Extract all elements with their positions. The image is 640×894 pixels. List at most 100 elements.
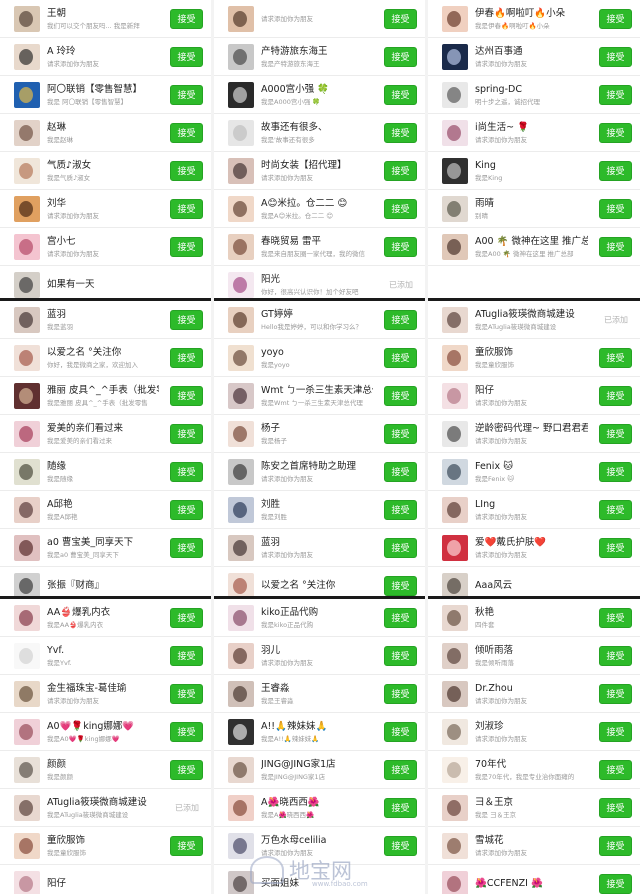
friend-request-row[interactable]: 金生福珠宝-葛佳瑜 请求添加你为朋友 接受 (0, 675, 211, 713)
friend-request-row[interactable]: kiko正品代购 我是kiko正品代购 接受 (214, 599, 425, 637)
friend-request-row[interactable]: 气质♪淑女 我是气质♪淑女 接受 (0, 152, 211, 190)
friend-request-row[interactable]: King 我是King 接受 (428, 152, 640, 190)
friend-request-row[interactable]: 达州百事通 请求添加你为朋友 接受 (428, 38, 640, 76)
friend-request-row[interactable]: 雅丽 皮具^_^手表（批发零售我是雅丽 皮具^_^手表（批发零售 接受 (0, 377, 211, 415)
friend-request-row[interactable]: LIng 请求添加你为朋友 接受 (428, 491, 640, 529)
accept-button[interactable]: 接受 (384, 385, 417, 406)
friend-request-row[interactable]: 刘华 请求添加你为朋友 接受 (0, 190, 211, 228)
accept-button[interactable]: 接受 (599, 645, 632, 666)
accept-button[interactable]: 接受 (384, 645, 417, 666)
friend-request-row[interactable]: a0 曹宝美_同享天下 我是a0 曹宝美_同享天下 接受 (0, 529, 211, 567)
accept-button[interactable]: 接受 (599, 683, 632, 704)
friend-request-row[interactable]: 雨晴 别晴 接受 (428, 190, 640, 228)
accept-button[interactable]: 接受 (384, 309, 417, 330)
friend-request-row[interactable]: 宫小七 请求添加你为朋友 接受 (0, 228, 211, 266)
friend-request-row[interactable]: 爱美的亲们看过来 我是爱美的亲们看过来 接受 (0, 415, 211, 453)
accept-button[interactable]: 接受 (599, 461, 632, 482)
friend-request-row[interactable]: 张振『财商』 (0, 567, 211, 596)
friend-request-row[interactable]: 春晓贸易 雷平 我是来自朋友圈一家代理，我的微信 接受 (214, 228, 425, 266)
friend-request-row[interactable]: 赵琳 我是赵琳 接受 (0, 114, 211, 152)
accept-button[interactable]: 接受 (170, 537, 203, 558)
accept-button[interactable]: 接受 (170, 122, 203, 143)
friend-request-row[interactable]: 颜颜 我是颜颜 接受 (0, 751, 211, 789)
friend-request-row[interactable]: Yvf. 我是Yvf. 接受 (0, 637, 211, 675)
accept-button[interactable]: 接受 (384, 683, 417, 704)
accept-button[interactable]: 接受 (170, 499, 203, 520)
accept-button[interactable]: 接受 (599, 759, 632, 780)
friend-request-row[interactable]: A!!🙏辣妹妹🙏 我是A!!🙏辣妹妹🙏 接受 (214, 713, 425, 751)
friend-request-row[interactable]: 🌺CCFENZI 🌺 接受 (428, 865, 640, 894)
accept-button[interactable]: 接受 (384, 198, 417, 219)
friend-request-row[interactable]: 倾听雨落 我是倾听雨落 接受 (428, 637, 640, 675)
friend-request-row[interactable]: 陈安之首席特助之助理 请求添加你为朋友 接受 (214, 453, 425, 491)
friend-request-row[interactable]: 童欣服饰 我是童欣服饰 接受 (0, 827, 211, 865)
accept-button[interactable]: 接受 (170, 607, 203, 628)
accept-button[interactable]: 接受 (599, 46, 632, 67)
friend-request-row[interactable]: 童欣服饰 我是童欣服饰 接受 (428, 339, 640, 377)
accept-button[interactable]: 接受 (384, 721, 417, 742)
friend-request-row[interactable]: A0💗🌹king娜娜💗 我是A0💗🌹king娜娜💗 接受 (0, 713, 211, 751)
friend-request-row[interactable]: 雪城花 请求添加你为朋友 接受 (428, 827, 640, 865)
friend-request-row[interactable]: 蓝羽 我是蓝羽 接受 (0, 301, 211, 339)
friend-request-row[interactable]: A00 🌴 微神在这里 推广总部 我是A00 🌴 微神在这里 推广总部 接受 (428, 228, 640, 266)
friend-request-row[interactable]: 以爱之名 °关注你 你好，我是微商之家，欢迎加入 接受 (0, 339, 211, 377)
friend-request-row[interactable]: 如果有一天 (0, 266, 211, 298)
friend-request-row[interactable]: 时尚女装【招代理】 请求添加你为朋友 接受 (214, 152, 425, 190)
accept-button[interactable]: 接受 (170, 198, 203, 219)
accept-button[interactable]: 接受 (599, 236, 632, 257)
accept-button[interactable]: 接受 (599, 721, 632, 742)
accept-button[interactable]: 接受 (599, 499, 632, 520)
friend-request-row[interactable]: 羽儿 请求添加你为朋友 接受 (214, 637, 425, 675)
friend-request-row[interactable]: 阳仔 (0, 865, 211, 894)
friend-request-row[interactable]: 随缘 我是随缘 接受 (0, 453, 211, 491)
friend-request-row[interactable]: 伊春🔥啊啦叮🔥小朵 我是伊春🔥啊啦叮🔥小朵 接受 (428, 0, 640, 38)
accept-button[interactable]: 接受 (384, 461, 417, 482)
accept-button[interactable]: 接受 (384, 8, 417, 29)
accept-button[interactable]: 接受 (384, 575, 417, 596)
accept-button[interactable]: 接受 (599, 8, 632, 29)
friend-request-row[interactable]: spring-DC 明十步之遥，诚招代理 接受 (428, 76, 640, 114)
friend-request-row[interactable]: Wmt ㄅ一杀三生素天津总代理我是Wmt ㄅ一杀三生素天津总代理 接受 (214, 377, 425, 415)
accept-button[interactable]: 接受 (170, 160, 203, 181)
friend-request-row[interactable]: ATuglia筱瑛微商城建设 我是ATuglia筱瑛微商城建设 已添加 (0, 789, 211, 827)
accept-button[interactable]: 接受 (384, 122, 417, 143)
accept-button[interactable]: 接受 (599, 797, 632, 818)
accept-button[interactable]: 接受 (170, 84, 203, 105)
accept-button[interactable]: 接受 (384, 797, 417, 818)
accept-button[interactable]: 接受 (384, 607, 417, 628)
accept-button[interactable]: 接受 (170, 423, 203, 444)
accept-button[interactable]: 接受 (170, 236, 203, 257)
friend-request-row[interactable]: 产特游旅东海王 我是产特游旅东海王 接受 (214, 38, 425, 76)
accept-button[interactable]: 接受 (170, 347, 203, 368)
accept-button[interactable]: 接受 (384, 84, 417, 105)
friend-request-row[interactable]: 阳光 你好，很高兴认识你！加个好友吧 已添加 (214, 266, 425, 298)
accept-button[interactable]: 接受 (170, 46, 203, 67)
accept-button[interactable]: 接受 (170, 645, 203, 666)
accept-button[interactable]: 接受 (599, 607, 632, 628)
friend-request-row[interactable]: yoyo 我是yoyo 接受 (214, 339, 425, 377)
friend-request-row[interactable]: 秋艳 四件套 接受 (428, 599, 640, 637)
friend-request-row[interactable]: 70年代 我是70年代，我是专业治你面瘫的 接受 (428, 751, 640, 789)
friend-request-row[interactable]: A邱艳 我是A邱艳 接受 (0, 491, 211, 529)
friend-request-row[interactable]: Aaa风云 (428, 567, 640, 596)
accept-button[interactable]: 接受 (384, 499, 417, 520)
friend-request-row[interactable]: A 玲玲 请求添加你为朋友 接受 (0, 38, 211, 76)
friend-request-row[interactable]: 蓝羽 请求添加你为朋友 接受 (214, 529, 425, 567)
friend-request-row[interactable]: GT婷婷 Hello我是婷婷，可以和你学习么？ 接受 (214, 301, 425, 339)
accept-button[interactable]: 接受 (384, 759, 417, 780)
accept-button[interactable]: 接受 (599, 160, 632, 181)
friend-request-row[interactable]: A000宫小强 🍀 我是A000宫小强 🍀 接受 (214, 76, 425, 114)
friend-request-row[interactable]: 阳仔 请求添加你为朋友 接受 (428, 377, 640, 415)
accept-button[interactable]: 接受 (170, 461, 203, 482)
accept-button[interactable]: 接受 (170, 721, 203, 742)
friend-request-row[interactable]: 王朝 我们可以交个朋友吗... 我是新拜 接受 (0, 0, 211, 38)
accept-button[interactable]: 接受 (170, 683, 203, 704)
accept-button[interactable]: 接受 (599, 385, 632, 406)
friend-request-row[interactable]: ATuglia筱瑛微商城建设 我是ATuglia筱瑛微商城建设 已添加 (428, 301, 640, 339)
friend-request-row[interactable]: i尚生活~ 🌹 请求添加你为朋友 接受 (428, 114, 640, 152)
friend-request-row[interactable]: 爱❤️戴氏护肤❤️ 请求添加你为朋友 接受 (428, 529, 640, 567)
friend-request-row[interactable]: A🌺晓西西🌺 我是A🌺晓西西🌺 接受 (214, 789, 425, 827)
friend-request-row[interactable]: Fenix 🐱 我是Fenix 🐱 接受 (428, 453, 640, 491)
accept-button[interactable]: 接受 (170, 8, 203, 29)
accept-button[interactable]: 接受 (599, 873, 632, 894)
